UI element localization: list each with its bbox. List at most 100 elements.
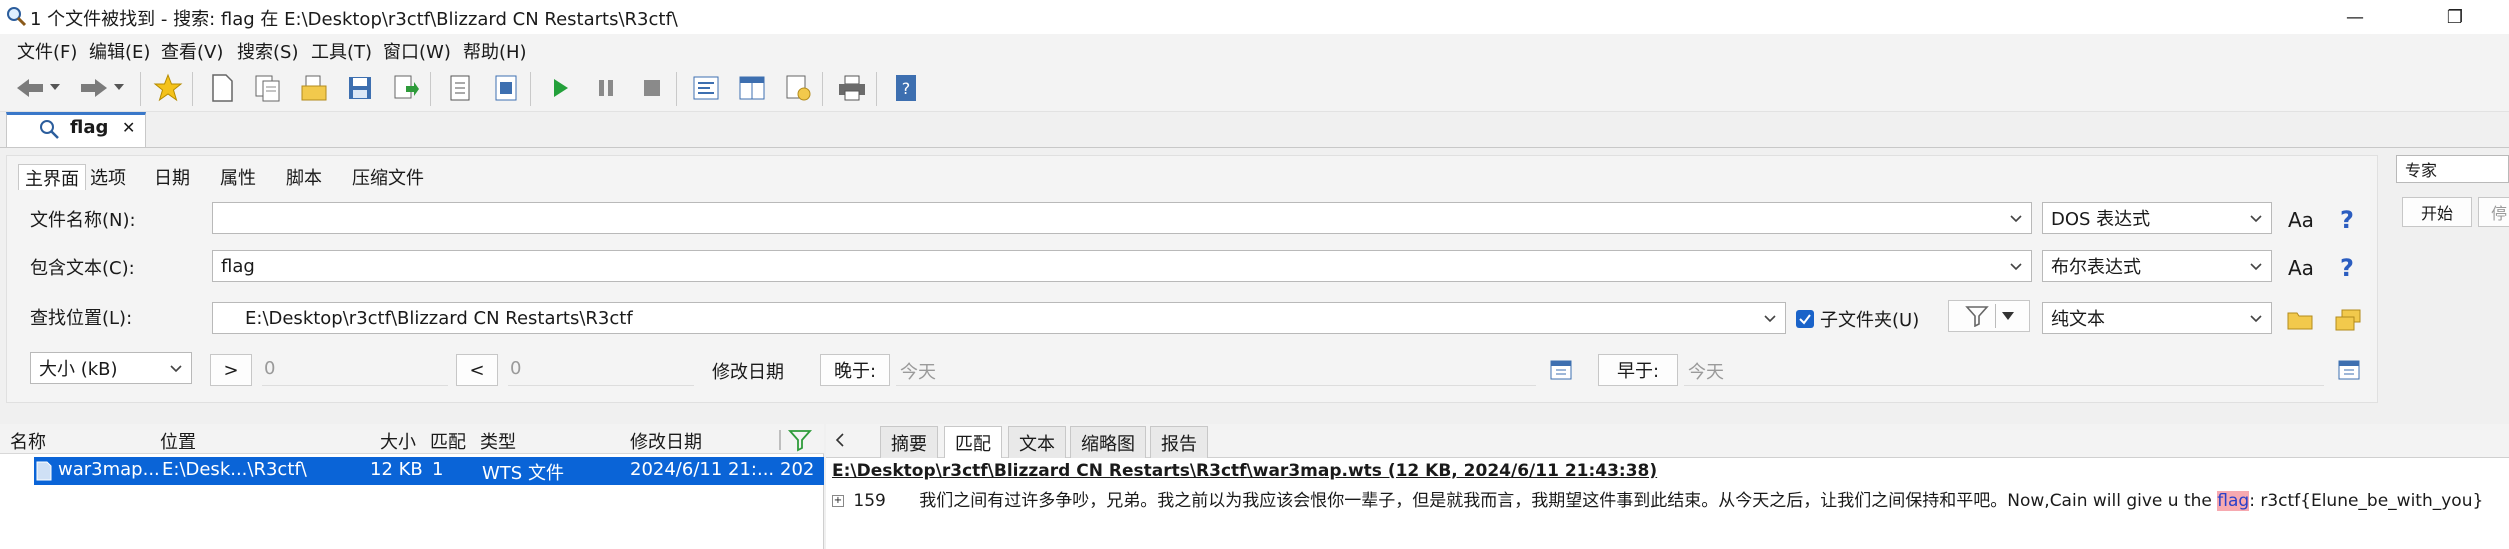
start-button[interactable]: 开始 [2402,197,2472,227]
tab-thumbnail[interactable]: 缩略图 [1070,426,1146,458]
tab-options[interactable]: 选项 [84,164,132,190]
contains-mode-select[interactable]: 布尔表达式 [2042,250,2272,282]
column-size[interactable]: 大小 [380,428,416,454]
calendar-icon[interactable] [1550,358,1572,385]
svg-text:?: ? [902,79,911,98]
result-extra: 202 [780,459,815,480]
toolbar-separator [430,72,431,106]
filename-mode-select[interactable]: DOS 表达式 [2042,202,2272,234]
layout-icon[interactable] [736,72,768,104]
tab-script[interactable]: 脚本 [280,164,328,190]
new-document-icon[interactable] [206,72,238,104]
menu-view[interactable]: 查看(V) [161,38,223,64]
location-input[interactable]: E:\Desktop\r3ctf\Blizzard CN Restarts\R3… [212,302,1786,334]
preview-file-header[interactable]: E:\Desktop\r3ctf\Blizzard CN Restarts\R3… [832,461,1657,481]
greater-than-input[interactable]: 0 [262,354,448,386]
line-text-after: : r3ctf{Elune_be_with_you} [2249,491,2484,511]
forward-icon[interactable] [78,72,110,104]
size-unit-select[interactable]: 大小 (kB) [30,352,192,384]
menu-file[interactable]: 文件(F) [17,38,77,64]
menu-search[interactable]: 搜索(S) [237,38,298,64]
chevron-down-icon [2010,263,2022,271]
stop-icon[interactable] [636,72,668,104]
checkmark-icon [1799,314,1811,325]
column-matches[interactable]: 匹配 [430,428,466,454]
save-report-icon[interactable] [490,72,522,104]
filter-button[interactable] [1948,300,2030,332]
less-than-button[interactable]: < [456,354,498,386]
tab-summary[interactable]: 摘要 [880,426,938,458]
column-name[interactable]: 名称 [10,428,46,454]
tab-report[interactable]: 报告 [1150,426,1208,458]
column-filter-icon[interactable] [778,428,818,457]
tab-main[interactable]: 主界面 [18,164,86,190]
match-highlight: flag [2217,491,2250,511]
back-icon[interactable] [14,72,46,104]
less-than-input[interactable]: 0 [508,354,694,386]
contains-value: flag [221,255,255,277]
filename-input[interactable] [212,202,2032,234]
restore-button[interactable]: ❐ [2420,0,2490,34]
favorite-star-icon[interactable] [152,72,184,104]
forward-dropdown-icon[interactable] [110,72,128,104]
contains-input[interactable]: flag [212,250,2032,282]
help-filename-icon[interactable]: ? [2340,206,2354,234]
menu-tools[interactable]: 工具(T) [311,38,372,64]
report-icon[interactable] [444,72,476,104]
close-tab-icon[interactable]: ✕ [122,118,135,137]
document-tab-label: flag [70,117,109,138]
collapse-arrow-icon[interactable] [834,432,846,453]
wrap-icon[interactable] [690,72,722,104]
toolbar-separator [676,72,677,106]
menu-window[interactable]: 窗口(W) [383,38,451,64]
later-than-button[interactable]: 晚于: [820,354,890,386]
help-icon[interactable]: ? [890,72,922,104]
print-icon[interactable] [836,72,868,104]
minimize-button[interactable]: — [2320,0,2390,34]
tab-date[interactable]: 日期 [148,164,196,190]
back-dropdown-icon[interactable] [46,72,64,104]
copy-document-icon[interactable] [252,72,284,104]
text-mode-value: 纯文本 [2051,309,2105,330]
filter-icon [1964,306,1989,327]
earlier-than-input[interactable]: 今天 [1684,354,2324,386]
subfolders-label: 子文件夹(U) [1820,310,1920,331]
mode-select[interactable]: 专家 [2396,155,2509,183]
tab-text[interactable]: 文本 [1008,426,1066,458]
greater-than-button[interactable]: > [210,354,252,386]
start-icon[interactable] [544,72,576,104]
file-icon [36,461,52,486]
folder-list-icon[interactable] [2334,308,2362,337]
tab-archives[interactable]: 压缩文件 [346,164,430,190]
column-location[interactable]: 位置 [160,428,196,454]
case-sensitive-text-icon[interactable]: Aa [2288,256,2314,280]
pause-icon[interactable] [590,72,622,104]
column-modified[interactable]: 修改日期 [630,428,702,454]
column-type[interactable]: 类型 [480,428,516,454]
menu-bar [0,34,2509,66]
export-icon[interactable] [390,72,422,104]
help-contains-icon[interactable]: ? [2340,254,2354,282]
earlier-than-button[interactable]: 早于: [1598,354,1678,386]
later-than-input[interactable]: 今天 [896,354,1536,386]
tab-strip-line [0,147,2509,148]
tab-matches[interactable]: 匹配 [944,426,1002,458]
result-location: E:\Desk...\R3ctf\ [162,459,307,480]
search-app-icon [4,4,28,28]
browse-folder-icon[interactable] [2286,308,2314,337]
open-folder-icon[interactable] [298,72,330,104]
modified-date-label: 修改日期 [712,362,784,383]
filename-label: 文件名称(N): [30,210,136,231]
save-icon[interactable] [344,72,376,104]
calendar-icon[interactable] [2338,358,2360,385]
tab-attributes[interactable]: 属性 [214,164,262,190]
menu-edit[interactable]: 编辑(E) [89,38,150,64]
text-mode-select[interactable]: 纯文本 [2042,302,2272,334]
subfolders-checkbox[interactable] [1796,310,1814,328]
stop-button[interactable]: 停 [2478,197,2509,227]
expand-icon[interactable]: + [832,495,844,507]
chevron-down-icon [2250,315,2262,323]
menu-help[interactable]: 帮助(H) [463,38,527,64]
settings-icon[interactable] [782,72,814,104]
case-sensitive-filename-icon[interactable]: Aa [2288,208,2314,232]
